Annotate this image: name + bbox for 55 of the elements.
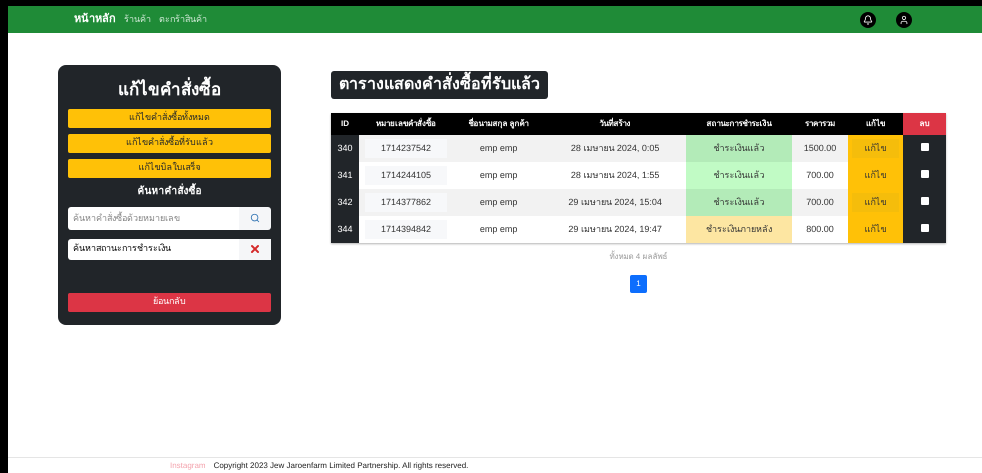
payment-status-select[interactable]: ค้นหาสถานะการชำระเงิน [68, 238, 271, 260]
column-header: สถานะการชำระเงิน [686, 113, 792, 135]
id-cell: 341 [331, 162, 359, 189]
edit-button[interactable]: แก้ไข [852, 139, 899, 158]
back-button[interactable]: ย้อนกลับ [68, 292, 271, 312]
column-header: ชื่อนามสกุล ลูกค้า [453, 113, 544, 135]
nav-brand-link[interactable]: หน้าหลัก [74, 11, 116, 28]
created-date-cell: 29 เมษายน 2024, 15:04 [544, 189, 686, 216]
customer-name-cell: emp emp [453, 216, 544, 243]
sidebar-title: แก้ไขคำสั่งซื้อ [68, 77, 271, 102]
payment-status-cell: ชำระเงินแล้ว [686, 189, 792, 216]
menu-button[interactable]: แก้ไขบิลใบเสร็จ [68, 158, 271, 178]
delete-checkbox[interactable] [920, 142, 928, 151]
order-number-cell: 1714244105 [365, 166, 448, 185]
customer-name-cell: emp emp [453, 135, 544, 162]
table-title: ตารางแสดงคำสั่งซื้อที่รับแล้ว [331, 71, 548, 99]
delete-checkbox[interactable] [920, 224, 928, 232]
column-header: ID [331, 113, 359, 135]
id-cell: 342 [331, 189, 359, 216]
clear-icon[interactable] [239, 238, 271, 260]
result-count: ทั้งหมด 4 ผลลัพธ์ [608, 251, 668, 263]
column-header: แก้ไข [848, 113, 903, 135]
column-header: หมายเลขคำสั่งซื้อ [359, 113, 454, 135]
created-date-cell: 28 เมษายน 2024, 1:55 [544, 162, 686, 189]
created-date-cell: 29 เมษายน 2024, 19:47 [544, 216, 686, 243]
menu-button[interactable]: แก้ไขคำสั่งซื้อที่รับแล้ว [68, 134, 271, 152]
column-header: วันที่สร้าง [544, 113, 686, 135]
payment-status-cell: ชำระเงินแล้ว [686, 162, 792, 189]
copyright-text: Copyright 2023 Jew Jaroenfarm Limited Partnership. All rights reserved. [214, 460, 468, 472]
total-price-cell: 1500.00 [792, 135, 848, 162]
search-section-title: ค้นหาคำสั่งซื้อ [68, 184, 271, 198]
delete-checkbox[interactable] [920, 170, 928, 178]
search-icon[interactable] [239, 206, 271, 230]
column-header: ราคารวม [792, 113, 848, 135]
order-search-field[interactable]: ค้นหาคำสั่งซื้อด้วยหมายเลข [68, 206, 239, 230]
id-cell: 340 [331, 135, 359, 162]
customer-name-cell: emp emp [453, 189, 544, 216]
order-number-cell: 1714377862 [365, 193, 448, 212]
payment-status-cell: ชำระเงินแล้ว [686, 135, 792, 162]
customer-name-cell: emp emp [453, 162, 544, 189]
order-number-cell: 1714394842 [365, 220, 448, 239]
created-date-cell: 28 เมษายน 2024, 0:05 [544, 135, 686, 162]
delete-checkbox[interactable] [920, 196, 928, 205]
column-header: ลบ [903, 113, 946, 135]
edit-button[interactable]: แก้ไข [852, 193, 899, 212]
order-number-cell: 1714237542 [365, 139, 448, 158]
menu-button[interactable]: แก้ไขคำสั่งซื้อทั้งหมด [68, 108, 271, 128]
notification-bell-icon[interactable] [860, 12, 876, 28]
user-profile-icon[interactable] [896, 12, 912, 28]
total-price-cell: 700.00 [792, 162, 848, 189]
id-cell: 344 [331, 216, 359, 243]
total-price-cell: 700.00 [792, 189, 848, 216]
total-price-cell: 800.00 [792, 216, 848, 243]
page-button[interactable]: 1 [630, 275, 647, 293]
payment-status-cell: ชำระเงินภายหลัง [686, 216, 792, 243]
